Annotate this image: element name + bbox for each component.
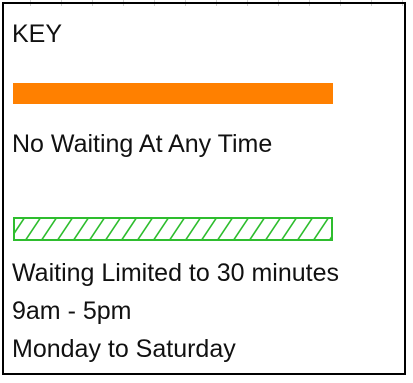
no-waiting-label: No Waiting At Any Time — [12, 130, 273, 158]
hatch-stroke — [56, 218, 74, 240]
hatch-stroke — [296, 218, 314, 240]
no-waiting-swatch — [13, 83, 333, 104]
hatched-bar-graphic — [13, 217, 333, 241]
waiting-limited-label: Waiting Limited to 30 minutes — [12, 259, 340, 287]
hatch-lines — [14, 218, 332, 240]
hatch-stroke — [136, 218, 154, 240]
hatch-stroke — [152, 218, 170, 240]
hatch-stroke — [216, 218, 234, 240]
hatch-stroke — [40, 218, 58, 240]
hatch-stroke — [72, 218, 90, 240]
hatch-stroke — [200, 218, 218, 240]
hatch-stroke — [232, 218, 250, 240]
waiting-hours-label: 9am - 5pm — [12, 297, 132, 325]
key-title: KEY — [12, 20, 63, 48]
waiting-days-label: Monday to Saturday — [12, 335, 236, 363]
hatch-stroke — [88, 218, 106, 240]
hatch-stroke — [184, 218, 202, 240]
hatch-stroke — [248, 218, 266, 240]
waiting-limited-swatch — [13, 217, 333, 241]
hatch-stroke — [312, 218, 330, 240]
hatch-stroke — [280, 218, 298, 240]
hatch-stroke — [120, 218, 138, 240]
hatch-stroke — [264, 218, 282, 240]
hatch-stroke — [104, 218, 122, 240]
hatch-stroke — [24, 218, 42, 240]
hatch-stroke — [168, 218, 186, 240]
